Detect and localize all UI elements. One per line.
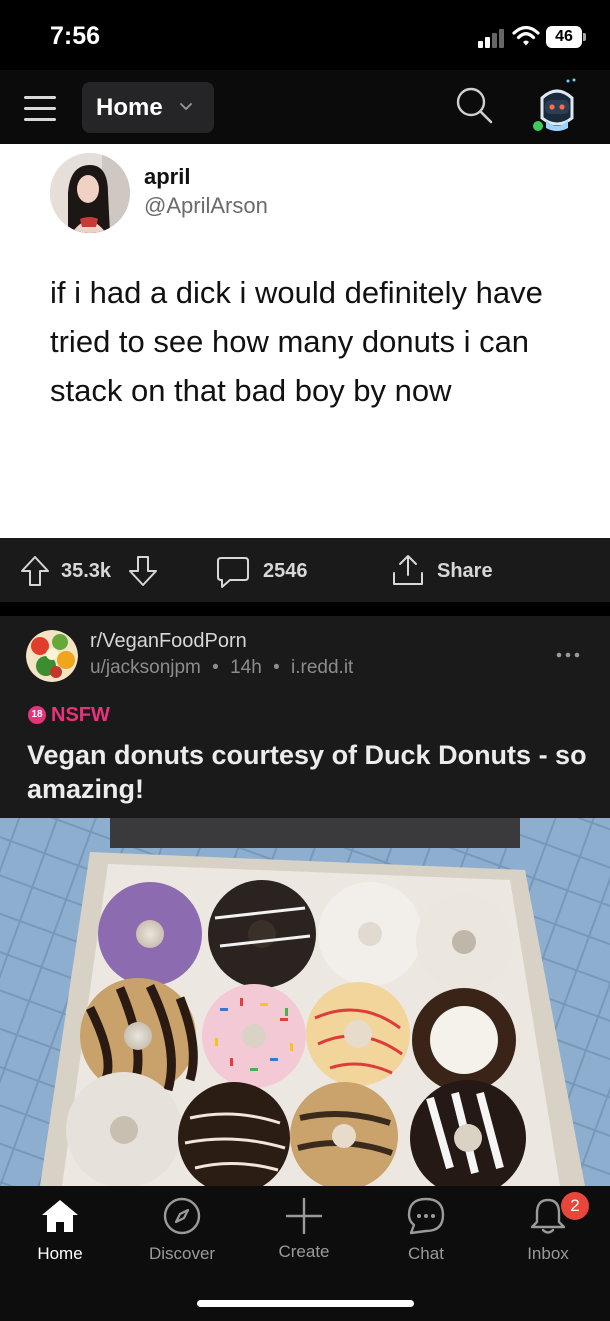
tweet-text: if i had a dick i would definitely have … xyxy=(50,268,590,415)
subreddit-icon[interactable] xyxy=(26,630,78,682)
menu-icon[interactable] xyxy=(24,94,56,122)
nav-label: Discover xyxy=(148,1244,216,1263)
meta-separator: • xyxy=(212,657,219,678)
nav-create[interactable]: Create xyxy=(254,1196,354,1266)
nsfw-18-icon: 18 xyxy=(28,706,46,724)
feed-selector-label: Home xyxy=(96,94,163,121)
feed-selector-button[interactable]: Home xyxy=(82,82,214,133)
plus-icon xyxy=(285,1197,323,1235)
post-title[interactable]: Vegan donuts courtesy of Duck Donuts - s… xyxy=(27,738,587,806)
nav-label: Chat xyxy=(408,1244,444,1263)
tweet-text-line: tried to see how many donuts i can xyxy=(50,324,530,359)
cellular-signal-icon xyxy=(478,28,508,48)
nav-label: Home xyxy=(37,1244,83,1263)
search-icon[interactable] xyxy=(454,85,494,125)
tweet-author-handle: @AprilArson xyxy=(144,193,268,218)
battery-indicator: 46 xyxy=(546,26,582,48)
battery-nub xyxy=(583,33,586,41)
nav-home[interactable]: Home xyxy=(10,1196,110,1266)
share-button[interactable]: Share xyxy=(437,560,493,583)
nav-label: Create xyxy=(278,1242,330,1261)
tweet-text-line: if i had a dick i would definitely have xyxy=(50,275,543,310)
inbox-badge: 2 xyxy=(561,1192,589,1220)
comment-count[interactable]: 2546 xyxy=(263,560,308,583)
user-avatar-icon[interactable] xyxy=(528,76,586,136)
downvote-icon[interactable] xyxy=(128,555,158,587)
status-time: 7:56 xyxy=(50,22,101,50)
chat-bubble-icon xyxy=(407,1197,445,1235)
post-age: 14h xyxy=(230,657,262,678)
nav-discover[interactable]: Discover xyxy=(132,1196,232,1266)
chevron-down-icon xyxy=(180,103,192,110)
nav-chat[interactable]: Chat xyxy=(376,1196,476,1266)
feed-divider xyxy=(0,602,610,616)
nav-label: Inbox xyxy=(527,1244,569,1263)
share-icon[interactable] xyxy=(391,553,425,587)
home-icon xyxy=(42,1200,78,1232)
post-meta: u/jacksonjpm • 14h • i.redd.it xyxy=(90,657,353,679)
post-image[interactable] xyxy=(0,818,610,1186)
comment-icon[interactable] xyxy=(216,555,250,589)
tweet-text-line: stack on that bad boy by now xyxy=(50,373,452,408)
subreddit-name[interactable]: r/VeganFoodPorn xyxy=(90,630,247,653)
wifi-icon xyxy=(512,25,540,46)
post-domain[interactable]: i.redd.it xyxy=(291,657,353,678)
more-options-icon[interactable] xyxy=(556,650,580,660)
upvote-icon[interactable] xyxy=(20,555,50,587)
meta-separator: • xyxy=(273,657,280,678)
nsfw-label: NSFW xyxy=(51,704,110,726)
compass-icon xyxy=(163,1197,201,1235)
tweet-avatar xyxy=(50,153,130,233)
post-author[interactable]: u/jacksonjpm xyxy=(90,657,201,678)
tweet-author-name: april xyxy=(144,164,191,189)
upvote-count: 35.3k xyxy=(61,560,112,582)
home-indicator[interactable] xyxy=(197,1300,414,1307)
